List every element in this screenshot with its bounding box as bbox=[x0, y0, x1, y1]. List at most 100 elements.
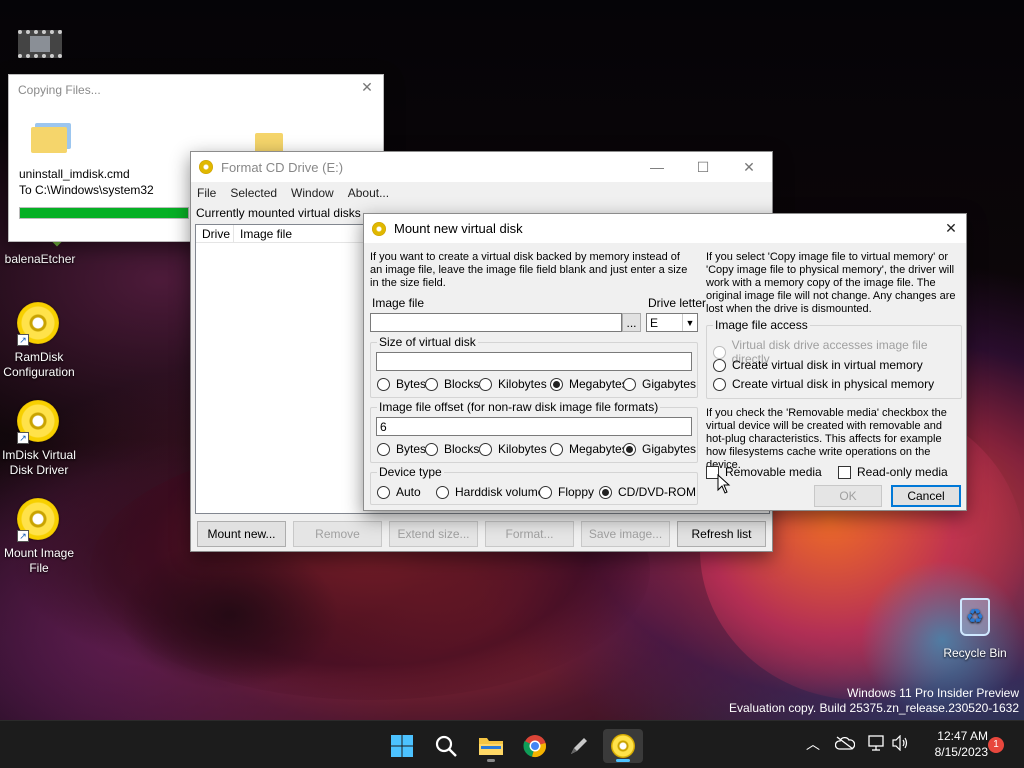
radio-label: Kilobytes bbox=[498, 442, 547, 456]
imdisk-taskbar-button[interactable] bbox=[603, 729, 643, 763]
windows-watermark: Windows 11 Pro Insider Preview Evaluatio… bbox=[729, 686, 1019, 716]
imdisk-app-icon bbox=[199, 160, 213, 174]
refresh-list-button[interactable]: Refresh list bbox=[677, 521, 766, 547]
mount-dialog-titlebar[interactable]: Mount new virtual disk ✕ bbox=[364, 214, 966, 243]
copy-dialog-close-button[interactable]: ✕ bbox=[357, 79, 377, 99]
cancel-button[interactable]: Cancel bbox=[891, 485, 961, 507]
offset-input[interactable]: 6 bbox=[376, 417, 692, 436]
format-button[interactable]: Format... bbox=[485, 521, 574, 547]
radio-icon bbox=[479, 377, 492, 391]
file-explorer-button[interactable] bbox=[471, 729, 511, 763]
menu-bar: File Selected Window About... bbox=[191, 182, 772, 204]
offset-unit-megabytes[interactable]: Megabytes bbox=[550, 442, 628, 456]
radio-label: Create virtual disk in physical memory bbox=[732, 377, 935, 391]
extend-size-button[interactable]: Extend size... bbox=[389, 521, 478, 547]
copy-destination: To C:\Windows\system32 bbox=[19, 183, 154, 197]
drive-letter-value: E bbox=[650, 315, 659, 330]
radio-label: Megabytes bbox=[569, 377, 628, 391]
size-unit-blocks[interactable]: Blocks bbox=[425, 377, 479, 391]
volume-tray-button[interactable] bbox=[891, 734, 909, 754]
pen-app-button[interactable] bbox=[559, 729, 599, 763]
radio-label: Blocks bbox=[444, 442, 480, 456]
offset-group-legend: Image file offset (for non-raw disk imag… bbox=[377, 400, 661, 414]
desktop-icon-label: Mount Image File bbox=[3, 546, 75, 575]
copy-dialog-title: Copying Files... bbox=[18, 83, 101, 97]
offset-unit-bytes[interactable]: Bytes bbox=[377, 442, 426, 456]
chrome-button[interactable] bbox=[515, 729, 555, 763]
clock[interactable]: 12:47 AM 8/15/2023 bbox=[920, 728, 988, 760]
desktop-icon-mount-image-file[interactable]: ↗ Mount Image File bbox=[0, 498, 79, 576]
access-virtual-memory[interactable]: Create virtual disk in virtual memory bbox=[713, 358, 923, 372]
read-only-checkbox[interactable]: Read-only media bbox=[838, 465, 948, 479]
ok-button[interactable]: OK bbox=[814, 485, 882, 507]
radio-icon bbox=[623, 442, 636, 456]
browse-button[interactable]: ... bbox=[622, 313, 641, 332]
radio-label: Auto bbox=[396, 485, 421, 499]
show-hidden-icons-button[interactable]: ︿ bbox=[806, 734, 820, 754]
read-only-label: Read-only media bbox=[857, 465, 948, 479]
menu-selected[interactable]: Selected bbox=[230, 186, 277, 200]
chevron-down-icon[interactable]: ▼ bbox=[682, 314, 697, 331]
desktop-icon-imdisk-driver[interactable]: ↗ ImDisk Virtual Disk Driver bbox=[0, 400, 79, 478]
radio-label: Bytes bbox=[396, 442, 427, 456]
menu-window[interactable]: Window bbox=[291, 186, 334, 200]
start-button[interactable] bbox=[382, 729, 422, 763]
mount-new-button[interactable]: Mount new... bbox=[197, 521, 286, 547]
device-type-cd-dvd-rom[interactable]: CD/DVD-ROM bbox=[599, 485, 696, 499]
network-tray-button[interactable] bbox=[868, 735, 886, 754]
radio-icon bbox=[599, 485, 612, 499]
recycle-bin-icon: ♻ bbox=[953, 598, 997, 642]
access-physical-memory[interactable]: Create virtual disk in physical memory bbox=[713, 377, 934, 391]
intro-text: If you want to create a virtual disk bac… bbox=[370, 251, 688, 289]
size-group: Size of virtual disk Bytes Blocks Kiloby… bbox=[370, 335, 698, 398]
minimize-button[interactable]: — bbox=[634, 152, 680, 182]
radio-label: Create virtual disk in virtual memory bbox=[732, 358, 923, 372]
desktop-icon-recycle-bin[interactable]: ♻ Recycle Bin bbox=[935, 596, 1015, 661]
search-icon bbox=[435, 735, 457, 757]
drive-letter-select[interactable]: E ▼ bbox=[646, 313, 698, 332]
watermark-line-1: Windows 11 Pro Insider Preview bbox=[847, 686, 1019, 700]
chevron-up-icon: ︿ bbox=[806, 736, 820, 752]
size-unit-megabytes[interactable]: Megabytes bbox=[550, 377, 628, 391]
removable-info-text: If you check the 'Removable media' check… bbox=[706, 407, 947, 471]
device-type-harddisk[interactable]: Harddisk volume bbox=[436, 485, 544, 499]
offset-unit-blocks[interactable]: Blocks bbox=[425, 442, 479, 456]
radio-icon bbox=[713, 377, 726, 391]
image-file-input[interactable] bbox=[370, 313, 622, 332]
device-type-auto[interactable]: Auto bbox=[377, 485, 421, 499]
column-header-drive[interactable]: Drive bbox=[196, 225, 234, 242]
close-button[interactable]: ✕ bbox=[726, 152, 772, 182]
size-input[interactable] bbox=[376, 352, 692, 371]
mount-dialog-close-button[interactable]: ✕ bbox=[936, 214, 966, 243]
save-image-button[interactable]: Save image... bbox=[581, 521, 670, 547]
radio-icon bbox=[377, 485, 390, 499]
column-header-image-file[interactable]: Image file bbox=[234, 225, 298, 242]
drive-letter-label: Drive letter bbox=[648, 296, 707, 310]
notification-badge[interactable]: 1 bbox=[988, 737, 1004, 753]
offset-unit-gigabytes[interactable]: Gigabytes bbox=[623, 442, 696, 456]
maximize-icon: ☐ bbox=[696, 158, 710, 175]
radio-icon bbox=[436, 485, 449, 499]
remove-button[interactable]: Remove bbox=[293, 521, 382, 547]
offset-unit-kilobytes[interactable]: Kilobytes bbox=[479, 442, 547, 456]
mouse-pointer-icon bbox=[717, 474, 731, 494]
desktop-icon-ramdisk-configuration[interactable]: ↗ RamDisk Configuration bbox=[0, 302, 79, 380]
radio-icon bbox=[425, 377, 438, 391]
device-type-floppy[interactable]: Floppy bbox=[539, 485, 594, 499]
main-window-titlebar[interactable]: Format CD Drive (E:) — ☐ ✕ bbox=[191, 152, 772, 182]
device-type-group: Device type Auto Harddisk volume Floppy … bbox=[370, 465, 698, 505]
onedrive-tray-button[interactable] bbox=[834, 736, 856, 753]
size-unit-gigabytes[interactable]: Gigabytes bbox=[623, 377, 696, 391]
desktop-icon-label: Recycle Bin bbox=[943, 646, 1007, 660]
menu-file[interactable]: File bbox=[197, 186, 216, 200]
size-unit-bytes[interactable]: Bytes bbox=[377, 377, 426, 391]
maximize-button[interactable]: ☐ bbox=[680, 152, 726, 182]
radio-icon bbox=[425, 442, 438, 456]
radio-label: CD/DVD-ROM bbox=[618, 485, 696, 499]
size-unit-kilobytes[interactable]: Kilobytes bbox=[479, 377, 547, 391]
menu-about[interactable]: About... bbox=[348, 186, 389, 200]
radio-label: Kilobytes bbox=[498, 377, 547, 391]
search-button[interactable] bbox=[426, 729, 466, 763]
mount-new-virtual-disk-dialog: Mount new virtual disk ✕ If you want to … bbox=[363, 213, 967, 511]
shortcut-arrow-icon: ↗ bbox=[17, 334, 29, 346]
